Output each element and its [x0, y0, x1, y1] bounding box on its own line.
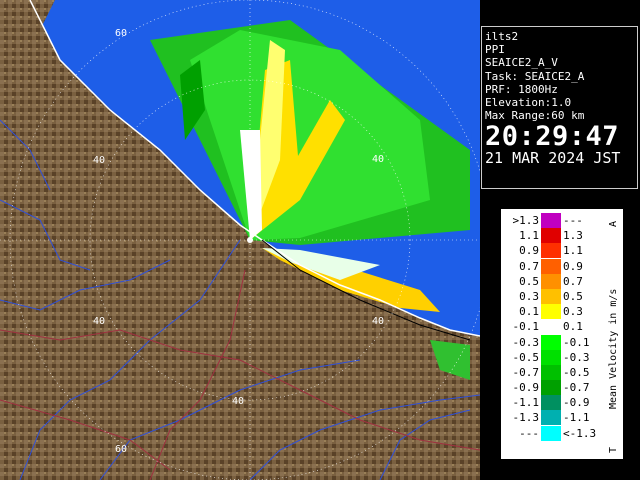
- radar-site-marker: [247, 237, 253, 243]
- range-label: 40: [372, 316, 384, 327]
- legend-row-low: 0.9: [519, 244, 539, 258]
- legend-row-high: 0.5: [563, 289, 583, 303]
- legend-row-low: -0.3: [512, 335, 540, 349]
- legend-row: -0.7 -0.5: [501, 364, 601, 380]
- legend-swatch: [541, 425, 561, 441]
- legend-row-high: 0.7: [563, 274, 583, 288]
- legend-swatch: [541, 410, 561, 426]
- legend-row-low: ---: [519, 426, 539, 440]
- legend-row: -0.3 -0.1: [501, 334, 601, 350]
- legend-row-high: -0.9: [563, 396, 590, 410]
- legend-row-low: >1.3: [512, 214, 540, 227]
- site-name: ilts2: [485, 30, 519, 43]
- range-label: 40: [93, 155, 105, 166]
- legend-row-high: <-1.3: [563, 426, 597, 440]
- legend-row: 0.1 0.3: [501, 304, 601, 320]
- legend-row-low: 0.5: [519, 274, 539, 288]
- radar-ppi-map[interactable]: 60 40 40 40 40 60 40: [0, 0, 480, 480]
- prf-value: PRF: 1800Hz: [485, 82, 558, 96]
- legend-swatch: [541, 349, 561, 365]
- legend-row-low: 0.3: [519, 289, 539, 303]
- legend-row-high: 1.3: [563, 229, 583, 243]
- legend-swatch: [541, 228, 561, 244]
- legend-row: -1.1 -0.9: [501, 395, 601, 411]
- legend-row: 0.5 0.7: [501, 273, 601, 289]
- legend-row-high: 0.3: [563, 305, 583, 319]
- scan-time: 20:29:47: [485, 121, 620, 153]
- legend-row-low: -0.5: [512, 350, 540, 364]
- legend-row-high: -0.3: [563, 350, 590, 364]
- legend-row-high: -1.1: [563, 411, 590, 425]
- range-label: 60: [115, 28, 127, 39]
- legend-row-high: 0.9: [563, 259, 583, 273]
- legend-bottom-marker: T: [608, 447, 619, 453]
- legend-row-low: -0.1: [512, 320, 540, 334]
- legend-row-low: 0.7: [519, 259, 539, 273]
- legend-row: 0.9 1.1: [501, 243, 601, 259]
- scan-info-panel: ilts2 PPI SEAICE2_A_V Task: SEAICE2_A PR…: [481, 26, 638, 189]
- range-label: 40: [372, 154, 384, 165]
- legend-row: 0.7 0.9: [501, 258, 601, 274]
- legend-row-high: 0.1: [563, 320, 583, 334]
- elevation-value: Elevation:1.0: [485, 96, 572, 110]
- legend-row: -0.5 -0.3: [501, 349, 601, 365]
- range-label: 60: [115, 444, 127, 455]
- variable-name: SEAICE2_A_V: [485, 56, 558, 70]
- legend-row-high: -0.5: [563, 365, 590, 379]
- range-label: 40: [232, 396, 244, 407]
- legend-swatch: [541, 319, 561, 335]
- legend-swatch: [541, 273, 561, 289]
- range-label: 40: [93, 316, 105, 327]
- legend-row: >1.3 ---: [501, 213, 601, 228]
- velocity-legend: >1.3 --- 1.1 1.3 0.9 1.1 0.7 0.9 0.5 0.7 0.3 0.5 0.1…: [500, 208, 624, 460]
- legend-swatch: [541, 380, 561, 396]
- legend-row-high: -0.1: [563, 335, 590, 349]
- legend-row-high: ---: [563, 214, 583, 227]
- legend-top-marker: A: [608, 221, 619, 227]
- legend-row-high: 1.1: [563, 244, 583, 258]
- legend-swatch: [541, 243, 561, 259]
- legend-row-low: -0.9: [512, 381, 540, 395]
- legend-title-text: Mean Velocity in m/s: [608, 289, 619, 409]
- scan-date: 21 MAR 2024 JST: [485, 149, 621, 168]
- legend-row: -0.1 0.1: [501, 319, 601, 335]
- legend-swatch: [541, 288, 561, 304]
- legend-swatch: [541, 213, 561, 228]
- legend-row-low: -1.3: [512, 411, 540, 425]
- legend-row-low: -0.7: [512, 365, 540, 379]
- legend-row: -1.3 -1.1: [501, 410, 601, 426]
- legend-row-low: 1.1: [519, 229, 539, 243]
- legend-row-low: 0.1: [519, 305, 539, 319]
- legend-rows: >1.3 --- 1.1 1.3 0.9 1.1 0.7 0.9 0.5 0.7 0.3 0.5 0.1…: [501, 213, 601, 441]
- legend-swatch: [541, 304, 561, 320]
- legend-row: --- <-1.3: [501, 425, 601, 441]
- legend-row: -0.9 -0.7: [501, 380, 601, 396]
- legend-swatch: [541, 364, 561, 380]
- task-name: Task: SEAICE2_A: [485, 69, 585, 83]
- product-type: PPI: [485, 43, 505, 57]
- legend-row: 1.1 1.3: [501, 228, 601, 244]
- legend-swatch: [541, 395, 561, 411]
- legend-row-low: -1.1: [512, 396, 540, 410]
- legend-row-high: -0.7: [563, 381, 590, 395]
- legend-row: 0.3 0.5: [501, 288, 601, 304]
- legend-swatch: [541, 258, 561, 274]
- legend-title: A Mean Velocity in m/s T: [608, 221, 619, 453]
- legend-swatch: [541, 334, 561, 350]
